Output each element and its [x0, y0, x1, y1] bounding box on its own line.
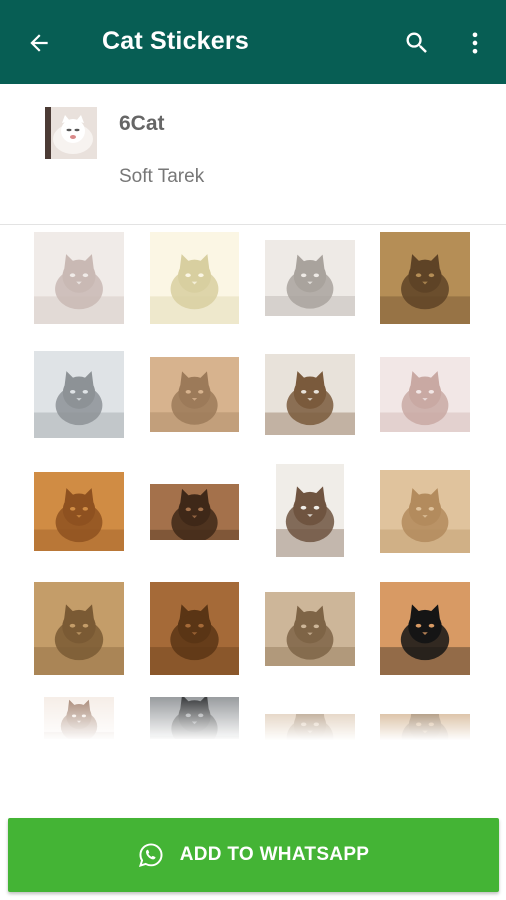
sticker-item[interactable] — [150, 232, 239, 324]
grid-fade-overlay — [0, 698, 506, 748]
sticker-item[interactable] — [276, 464, 344, 557]
page-title: Cat Stickers — [102, 27, 249, 55]
cat-sticker-image — [380, 357, 470, 432]
cat-sticker-image — [276, 464, 344, 557]
sticker-item[interactable] — [265, 240, 355, 316]
cat-sticker-image — [380, 232, 470, 324]
search-icon — [406, 32, 427, 53]
cat-sticker-image — [150, 484, 239, 540]
whatsapp-icon — [138, 843, 163, 868]
sticker-item[interactable] — [34, 232, 124, 324]
sticker-item[interactable] — [150, 582, 239, 675]
pack-name: 6Cat — [119, 112, 165, 135]
cat-sticker-image — [34, 351, 124, 438]
cat-sticker-tray-icon — [45, 107, 97, 159]
sticker-item[interactable] — [34, 582, 124, 675]
cat-sticker-image — [265, 592, 355, 666]
sticker-item[interactable] — [380, 470, 470, 553]
arrow-back-icon — [30, 34, 48, 52]
sticker-item[interactable] — [265, 354, 355, 435]
more-vert-icon — [472, 32, 478, 54]
more-options-button[interactable] — [458, 26, 492, 60]
sticker-item[interactable] — [150, 357, 239, 432]
cat-sticker-image — [34, 582, 124, 675]
back-button[interactable] — [22, 26, 56, 60]
add-button-label: ADD TO WHATSAPP — [179, 844, 370, 865]
app-bar: Cat Stickers — [0, 0, 506, 84]
cat-sticker-image — [265, 354, 355, 435]
cat-sticker-image — [150, 232, 239, 324]
cat-sticker-image — [265, 240, 355, 316]
cat-sticker-image — [150, 582, 239, 675]
sticker-item[interactable] — [34, 472, 124, 551]
add-to-whatsapp-button[interactable]: ADD TO WHATSAPP — [8, 818, 499, 892]
sticker-item[interactable] — [380, 232, 470, 324]
sticker-item[interactable] — [34, 351, 124, 438]
cat-sticker-image — [34, 232, 124, 324]
cat-sticker-image — [150, 357, 239, 432]
pack-tray-image — [45, 107, 97, 159]
sticker-pack-header: 6Cat Soft Tarek — [0, 84, 506, 225]
search-button[interactable] — [400, 26, 434, 60]
sticker-item[interactable] — [380, 582, 470, 675]
cat-sticker-image — [380, 470, 470, 553]
sticker-item[interactable] — [380, 357, 470, 432]
pack-publisher: Soft Tarek — [119, 166, 205, 187]
cat-sticker-image — [34, 472, 124, 551]
sticker-item[interactable] — [265, 592, 355, 666]
sticker-item[interactable] — [150, 484, 239, 540]
cat-sticker-image — [380, 582, 470, 675]
